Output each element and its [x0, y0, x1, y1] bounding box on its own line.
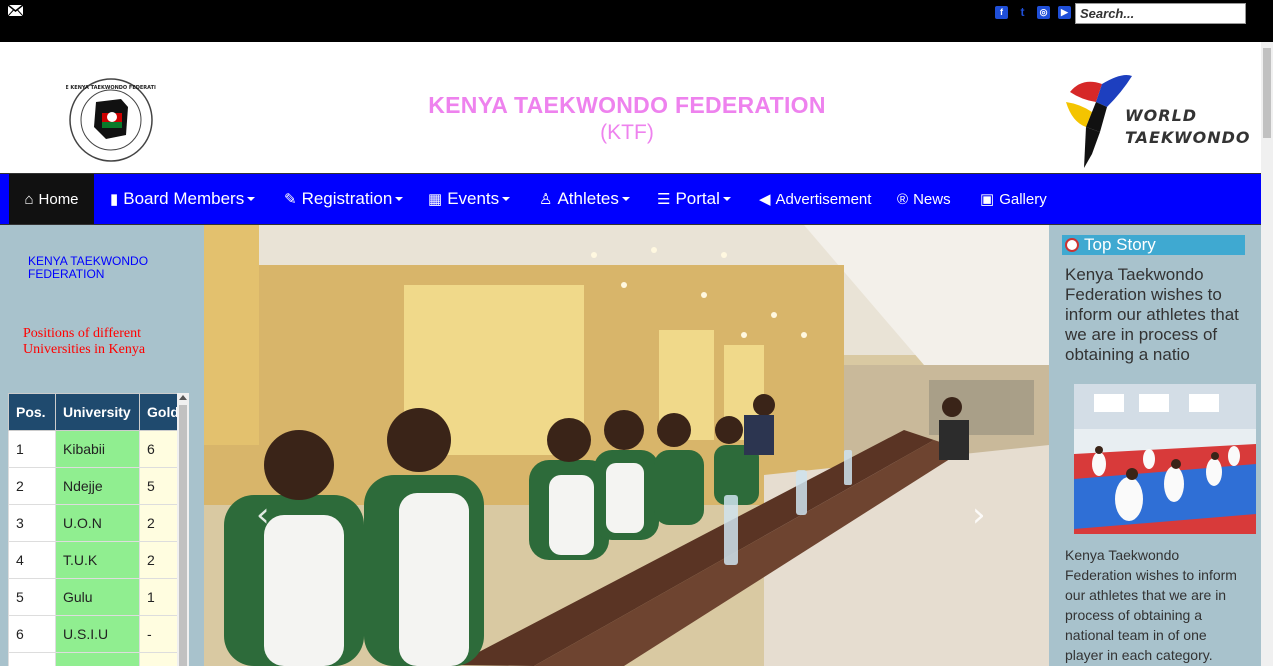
col-university: University	[55, 393, 140, 431]
site-header: THE KENYA TAEKWONDO FEDERATION KENYA TAE…	[0, 42, 1261, 173]
nav-board-members[interactable]: ▮ Board Members	[110, 174, 256, 224]
nav-athletes[interactable]: ♙ Athletes	[539, 174, 630, 224]
world-taekwondo-logo[interactable]: WORLD TAEKWONDO	[1062, 72, 1252, 172]
top-story-body: Kenya Taekwondo Federation wishes to inf…	[1065, 547, 1237, 663]
caret-down-icon	[395, 197, 404, 201]
nav-registration[interactable]: ✎ Registration	[284, 174, 404, 224]
scroll-up-icon[interactable]	[179, 395, 187, 400]
list-icon: ☰	[657, 191, 671, 208]
table-row: 5 Gulu 1	[8, 578, 187, 616]
page-scroll-thumb[interactable]	[1263, 48, 1271, 138]
federation-name: KENYA TAEKWONDO FEDERATION	[428, 92, 826, 118]
picture-icon: ▣	[980, 191, 995, 208]
envelope-icon[interactable]	[8, 5, 23, 16]
table-row: 3 U.O.N 2	[8, 504, 187, 542]
table-scrollbar[interactable]	[177, 393, 189, 666]
page-title: KENYA TAEKWONDO FEDERATION (KTF)	[380, 92, 874, 145]
rankings-table-container: Pos. University Gold 1 Kibabii 6 2 Ndejj…	[8, 393, 189, 666]
home-icon: ⌂	[24, 190, 34, 208]
svg-text:THE KENYA TAEKWONDO FEDERATION: THE KENYA TAEKWONDO FEDERATION	[66, 85, 156, 91]
carousel-prev-button[interactable]: ‹	[256, 495, 270, 535]
top-story-icon	[1065, 238, 1079, 252]
rankings-table: Pos. University Gold 1 Kibabii 6 2 Ndejj…	[8, 393, 187, 666]
sidebar-subtitle: Positions of different Universities in K…	[23, 326, 146, 357]
carousel-photo	[204, 225, 1049, 666]
table-header-row: Pos. University Gold	[8, 393, 187, 431]
user-icon: ♙	[539, 191, 553, 208]
hero-carousel: ‹ ›	[204, 225, 1049, 666]
scroll-thumb[interactable]	[179, 405, 187, 666]
pencil-icon: ✎	[284, 191, 297, 208]
megaphone-icon: ◀	[759, 191, 771, 208]
federation-abbrev: (KTF)	[600, 121, 654, 144]
nav-events[interactable]: ▦ Events	[428, 174, 511, 224]
calendar-icon: ▦	[428, 191, 443, 208]
main-nav: ⌂ Home ▮ Board Members ✎ Registration ▦ …	[0, 173, 1261, 225]
caret-down-icon	[621, 197, 630, 201]
nav-news[interactable]: ® News	[897, 174, 951, 224]
caret-down-icon	[247, 197, 256, 201]
nav-portal[interactable]: ☰ Portal	[657, 174, 731, 224]
taekwondo-training-photo	[1074, 384, 1256, 534]
world-taekwondo-mark-icon	[1066, 75, 1132, 168]
left-sidebar: KENYA TAEKWONDO FEDERATION Positions of …	[0, 225, 204, 666]
table-row: 6 U.S.I.U -	[8, 615, 187, 653]
page-scrollbar[interactable]	[1261, 42, 1273, 666]
table-row: 4 T.U.K 2	[8, 541, 187, 579]
registered-icon: ®	[897, 190, 909, 208]
top-story-image[interactable]	[1074, 384, 1256, 534]
sidebar-title[interactable]: KENYA TAEKWONDO FEDERATION	[28, 255, 178, 281]
social-links: f t ◎ ▶	[995, 6, 1071, 19]
facebook-icon[interactable]: f	[995, 6, 1008, 19]
twitter-icon[interactable]: t	[1016, 6, 1029, 19]
table-row: 1 Kibabii 6	[8, 430, 187, 468]
col-pos: Pos.	[8, 393, 56, 431]
search-input[interactable]	[1075, 3, 1246, 24]
nav-gallery[interactable]: ▣ Gallery	[980, 174, 1047, 224]
top-bar: f t ◎ ▶	[0, 0, 1273, 42]
table-row	[8, 652, 187, 666]
youtube-icon[interactable]: ▶	[1058, 6, 1071, 19]
nav-home[interactable]: ⌂ Home	[9, 174, 94, 224]
nav-advertisement[interactable]: ◀ Advertisement	[759, 174, 871, 224]
table-row: 2 Ndejje 5	[8, 467, 187, 505]
caret-down-icon	[502, 197, 511, 201]
instagram-icon[interactable]: ◎	[1037, 6, 1050, 19]
top-story-heading: Top Story	[1062, 235, 1245, 255]
book-icon: ▮	[110, 191, 119, 208]
ktf-logo[interactable]: THE KENYA TAEKWONDO FEDERATION	[66, 77, 156, 163]
world-taekwondo-text: WORLD TAEKWONDO	[1125, 106, 1251, 147]
right-sidebar: Top Story Kenya Taekwondo Federation wis…	[1049, 225, 1261, 666]
top-story-lead[interactable]: Kenya Taekwondo Federation wishes to inf…	[1065, 265, 1245, 365]
caret-down-icon	[722, 197, 731, 201]
carousel-next-button[interactable]: ›	[972, 495, 986, 535]
